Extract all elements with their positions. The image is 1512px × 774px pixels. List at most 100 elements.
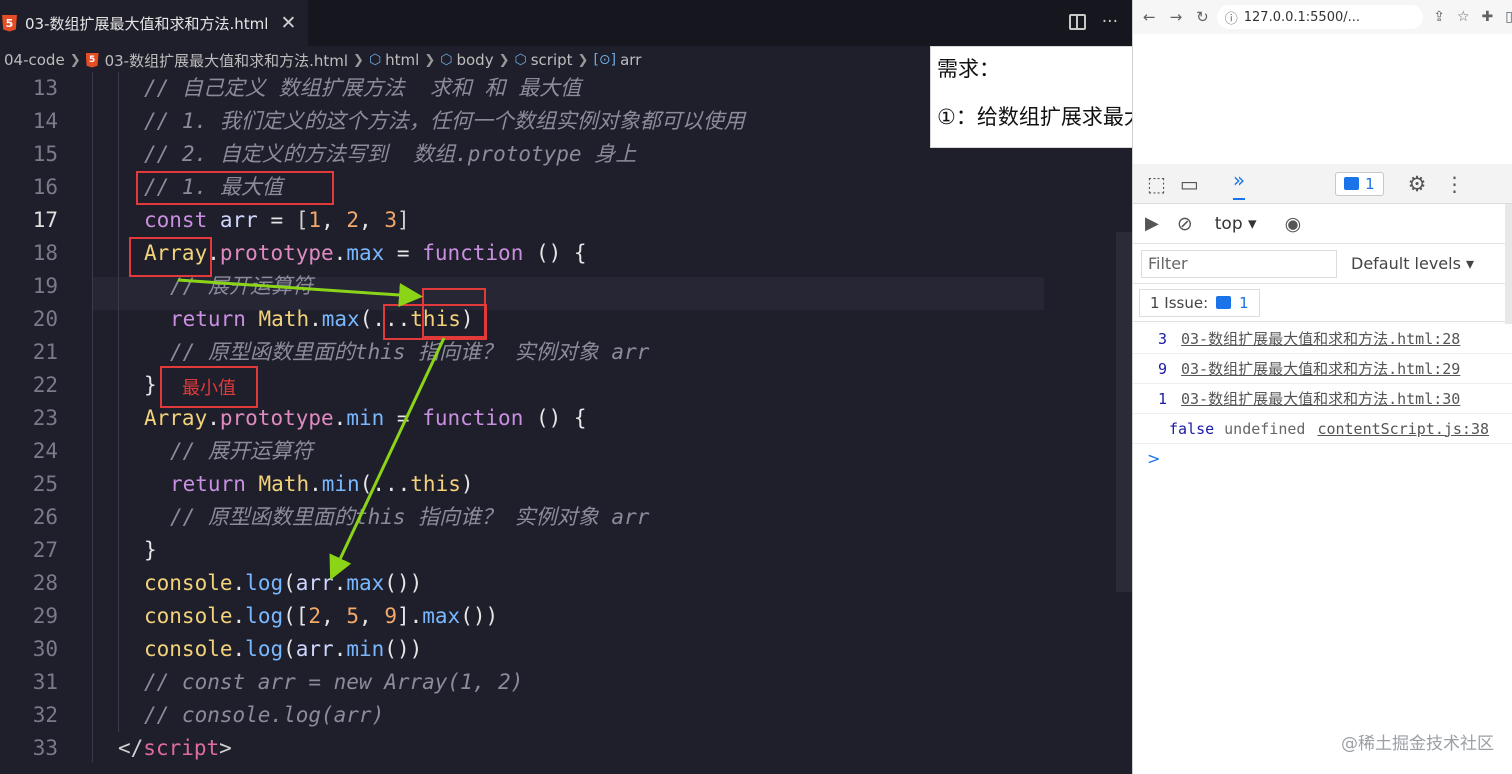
browser-window: ← → ↻ ⓘ 127.0.0.1:5500/... ⇪ ☆ ✚ ▯ ⬚ ▭ »… xyxy=(1132,0,1512,774)
element-icon: ⬡ xyxy=(440,52,453,68)
split-editor-icon[interactable] xyxy=(1068,14,1086,30)
requirement-item: ①：给数组扩展求最大值方法和求和方法 xyxy=(937,105,1132,129)
side-panel-icon[interactable]: ▯ xyxy=(1505,9,1512,25)
message-flag-icon xyxy=(1344,177,1360,190)
console-row: false undefined contentScript.js:38 xyxy=(1133,414,1512,444)
back-icon[interactable]: ← xyxy=(1143,8,1156,26)
console-toolbar: ▶ ⊘ top ▾ ◉ xyxy=(1133,204,1512,244)
browser-toolbar: ← → ↻ ⓘ 127.0.0.1:5500/... ⇪ ☆ ✚ ▯ xyxy=(1133,0,1512,34)
clear-console-icon[interactable]: ⊘ xyxy=(1177,213,1193,235)
code-text: return Math.min(...this) xyxy=(170,472,474,496)
close-tab-icon[interactable]: ✕ xyxy=(280,12,296,34)
html5-file-icon: 5 xyxy=(2,14,17,32)
log-levels-dropdown[interactable]: Default levels ▾ xyxy=(1351,254,1474,273)
console-prompt[interactable]: > xyxy=(1147,449,1160,468)
code-line: const arr = [1, 2, 3] xyxy=(0,204,1132,237)
extensions-icon[interactable]: ✚ xyxy=(1482,9,1494,25)
inspect-element-icon[interactable]: ⬚ xyxy=(1147,172,1166,196)
chevron-right-icon: ❯ xyxy=(69,52,81,68)
chevron-right-icon: ❯ xyxy=(498,52,510,68)
code-line: // 原型函数里面的this 指向谁？ 实例对象 arr xyxy=(0,501,1132,534)
console-value: 9 xyxy=(1157,359,1167,378)
breadcrumb-folder[interactable]: 04-code xyxy=(4,51,65,69)
code-line: return Math.min(...this) xyxy=(0,468,1132,501)
console-source-link[interactable]: 03-数组扩展最大值和求和方法.html:30 xyxy=(1181,388,1460,409)
code-comment: // 原型函数里面的this 指向谁？ 实例对象 arr xyxy=(170,340,650,364)
share-icon[interactable]: ⇪ xyxy=(1433,9,1445,25)
more-actions-icon[interactable]: ··· xyxy=(1102,12,1118,32)
annotation-box-array xyxy=(129,237,212,277)
console-row: 3 03-数组扩展最大值和求和方法.html:28 xyxy=(1133,324,1512,354)
breadcrumb-body[interactable]: body xyxy=(456,51,493,69)
code-line: console.log(arr.max()) xyxy=(0,567,1132,600)
breadcrumb-html[interactable]: html xyxy=(385,51,419,69)
code-text: </script> xyxy=(118,736,232,760)
code-line: // 原型函数里面的this 指向谁？ 实例对象 arr xyxy=(0,336,1132,369)
html5-file-icon: 5 xyxy=(85,52,99,68)
info-icon: ⓘ xyxy=(1224,11,1238,27)
address-bar[interactable]: ⓘ 127.0.0.1:5500/... xyxy=(1216,5,1424,29)
console-filter-row: Filter Default levels ▾ xyxy=(1133,244,1512,284)
issues-button[interactable]: 1 Issue: 1 xyxy=(1139,288,1260,317)
code-text: console.log(arr.min()) xyxy=(144,637,423,661)
chevron-right-icon: ❯ xyxy=(577,52,589,68)
code-text: console.log(arr.max()) xyxy=(144,571,423,595)
code-text: const arr = [1, 2, 3] xyxy=(144,208,410,232)
requirement-panel: 需求： ①：给数组扩展求最大值方法和求和方法 xyxy=(930,46,1132,148)
code-comment: // 展开运算符 xyxy=(170,439,313,463)
code-line: // 展开运算符 xyxy=(0,435,1132,468)
code-line: return Math.max(...this) xyxy=(0,303,1132,336)
code-line: // const arr = new Array(1, 2) xyxy=(0,666,1132,699)
annotation-label-min: 最小值 xyxy=(160,366,258,408)
forward-icon[interactable]: → xyxy=(1170,8,1183,26)
code-comment: // 原型函数里面的this 指向谁？ 实例对象 arr xyxy=(170,505,650,529)
code-comment: // console.log(arr) xyxy=(144,703,385,727)
code-text: console.log([2, 5, 9].max()) xyxy=(144,604,499,628)
code-comment: // 1. 我们定义的这个方法，任何一个数组实例对象都可以使用 xyxy=(144,109,745,133)
console-value: false xyxy=(1169,419,1215,438)
chevron-right-icon: ❯ xyxy=(353,52,364,68)
console-source-link[interactable]: 03-数组扩展最大值和求和方法.html:28 xyxy=(1181,328,1460,349)
bookmark-star-icon[interactable]: ☆ xyxy=(1457,9,1470,25)
settings-gear-icon[interactable]: ⚙ xyxy=(1408,172,1427,196)
element-icon: ⬡ xyxy=(368,52,382,68)
editor-tab-bar: 5 03-数组扩展最大值和求和方法.html ✕ ··· xyxy=(0,0,1132,46)
console-source-link[interactable]: contentScript.js:38 xyxy=(1317,420,1489,438)
context-selector[interactable]: top ▾ xyxy=(1215,214,1257,234)
breadcrumb-script[interactable]: script xyxy=(531,51,573,69)
messages-badge[interactable]: 1 xyxy=(1335,171,1384,196)
code-comment: // 自己定义 数组扩展方法 求和 和 最大值 xyxy=(144,76,582,100)
annotation-box-max xyxy=(136,171,334,205)
sidebar-toggle-icon[interactable]: ▶ xyxy=(1145,213,1159,234)
devtools-toolbar: ⬚ ▭ » 1 ⚙ ⋮ xyxy=(1133,164,1512,204)
breadcrumb-file[interactable]: 03-数组扩展最大值和求和方法.html xyxy=(105,50,348,71)
editor-scrollbar[interactable] xyxy=(1116,232,1132,592)
console-value: 1 xyxy=(1157,389,1167,408)
console-source-link[interactable]: 03-数组扩展最大值和求和方法.html:29 xyxy=(1181,358,1460,379)
code-text: } xyxy=(144,538,157,562)
devtools-scrollbar[interactable] xyxy=(1505,204,1512,324)
console-row: 1 03-数组扩展最大值和求和方法.html:30 xyxy=(1133,384,1512,414)
editor-tab[interactable]: 5 03-数组扩展最大值和求和方法.html ✕ xyxy=(0,0,308,46)
console-value-extra: undefined xyxy=(1224,419,1306,438)
tab-title: 03-数组扩展最大值和求和方法.html xyxy=(25,14,269,33)
code-line: </script> xyxy=(0,732,1132,765)
live-expression-eye-icon[interactable]: ◉ xyxy=(1285,213,1302,235)
code-comment: // 2. 自定义的方法写到 数组.prototype 身上 xyxy=(144,142,637,166)
filter-input[interactable]: Filter xyxy=(1141,249,1337,278)
code-line: } xyxy=(0,534,1132,567)
code-text: } xyxy=(144,373,157,397)
code-line: console.log(arr.min()) xyxy=(0,633,1132,666)
issue-flag-icon xyxy=(1216,296,1232,309)
element-icon: ⬡ xyxy=(514,52,527,68)
annotation-box-spread-this xyxy=(383,304,487,340)
code-line: console.log([2, 5, 9].max()) xyxy=(0,600,1132,633)
breadcrumb-arr[interactable]: arr xyxy=(620,51,641,69)
kebab-menu-icon[interactable]: ⋮ xyxy=(1444,172,1464,196)
console-value: 3 xyxy=(1157,329,1167,348)
reload-icon[interactable]: ↻ xyxy=(1196,8,1209,26)
chevron-right-icon: ❯ xyxy=(424,52,436,68)
code-editor[interactable]: 5 03-数组扩展最大值和求和方法.html ✕ ··· 04-code ❯ 5… xyxy=(0,0,1132,774)
device-toolbar-icon[interactable]: ▭ xyxy=(1180,172,1199,196)
more-panels-icon[interactable]: » xyxy=(1232,168,1246,200)
